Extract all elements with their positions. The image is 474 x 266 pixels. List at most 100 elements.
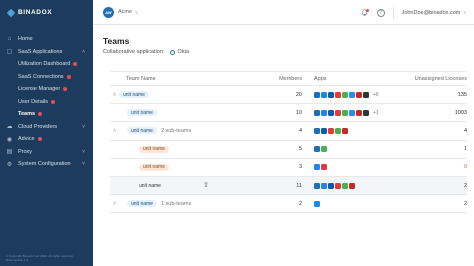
team-name[interactable]: unit name [127, 127, 157, 135]
table-header: Team Name Members Apps Unassigned Licens… [110, 72, 467, 86]
app-icon[interactable] [335, 91, 341, 98]
sidebar-item-home[interactable]: ⌂ Home [0, 33, 93, 46]
copyright-footer: © Copyright Binadox Ltd. 2020. All right… [6, 254, 73, 262]
app-icon[interactable] [363, 91, 369, 98]
help-icon[interactable]: ? [376, 8, 385, 17]
app-icon[interactable] [349, 109, 355, 116]
chevron-down-icon[interactable]: ˅ [463, 10, 466, 15]
sidebar-item-cloud-providers[interactable]: ☁ Cloud Providers ˅ [0, 121, 93, 134]
app-icon[interactable] [321, 182, 327, 189]
team-name[interactable]: unit name [139, 182, 165, 189]
app-icon[interactable] [363, 109, 369, 116]
table-row[interactable]: ˅ unit name 1 sub-teams 2 2 [110, 195, 467, 214]
unassigned-licenses: 0 [463, 164, 467, 171]
sidebar-item-advice[interactable]: ◉ Advice [0, 133, 93, 146]
collab-app-name[interactable]: Okta [177, 49, 189, 55]
team-name[interactable]: unit name [127, 109, 157, 117]
logo[interactable]: BINADOX [0, 0, 93, 25]
app-icon[interactable] [314, 182, 320, 189]
app-icon[interactable] [328, 91, 334, 98]
table-row[interactable]: unit name 10 +1 1003 [110, 104, 467, 123]
sidebar-item-label: User Details [18, 98, 48, 105]
app-icon[interactable] [349, 182, 355, 189]
apps-cell: +6 [302, 91, 394, 98]
table-row[interactable]: unit name 11 2 ⇧ [110, 176, 467, 196]
team-name[interactable]: unit name [139, 145, 169, 153]
app-icon[interactable] [335, 182, 341, 189]
app-icon[interactable] [321, 164, 327, 171]
apps-cell [302, 146, 394, 153]
alert-dot [50, 99, 55, 104]
sidebar-item-user-details[interactable]: User Details [0, 96, 93, 109]
app-icon[interactable] [342, 109, 348, 116]
sidebar-item-proxy[interactable]: ▤ Proxy ˅ [0, 146, 93, 159]
sidebar-item-label: Utilization Dashboard [18, 61, 71, 68]
bell-icon[interactable] [361, 8, 369, 17]
team-name[interactable]: unit name [119, 91, 149, 99]
app-icon[interactable] [349, 91, 355, 98]
app-icon[interactable] [328, 127, 334, 134]
sidebar-item-utilization-dashboard[interactable]: Utilization Dashboard [0, 58, 93, 71]
sidebar-item-label: SaaS Connections [18, 73, 64, 80]
table-row[interactable]: ˄ unit name 20 +6 135 [110, 86, 467, 105]
app-icon[interactable] [342, 127, 348, 134]
table-row[interactable]: unit name 5 1 [110, 141, 467, 159]
mouse-cursor-icon: ⇧ [203, 181, 209, 189]
sidebar-item-saas-applications[interactable]: ▢ SaaS Applications ˄ [0, 46, 93, 59]
team-name-cell: unit name [119, 91, 261, 99]
alert-dot [73, 62, 78, 67]
sidebar-item-license-manager[interactable]: License Manager [0, 83, 93, 96]
app-icon[interactable] [314, 127, 320, 134]
sidebar-item-label: Advice [18, 136, 35, 143]
team-name-cell: unit name [119, 109, 261, 117]
app-icon[interactable] [335, 109, 341, 116]
app-icon[interactable] [314, 164, 320, 171]
app-icon[interactable] [356, 109, 362, 116]
expand-icon[interactable]: ˅ [110, 201, 119, 207]
chevron-down-icon: ˅ [82, 161, 85, 168]
chevron-down-icon: ˅ [82, 123, 85, 130]
column-header-apps[interactable]: Apps [302, 76, 394, 82]
app-icon[interactable] [314, 200, 320, 207]
collapse-icon[interactable]: ˄ [110, 92, 119, 98]
column-header-members[interactable]: Members [261, 76, 302, 82]
more-apps-count[interactable]: +1 [373, 110, 379, 116]
app-icon[interactable] [356, 91, 362, 98]
app-icon[interactable] [328, 182, 334, 189]
subteam-count: 1 sub-teams [160, 200, 192, 207]
app-icon[interactable] [314, 146, 320, 153]
team-name[interactable]: unit name [139, 163, 169, 171]
app-icon[interactable] [342, 91, 348, 98]
members-count: 10 [295, 109, 302, 116]
sidebar-item-system-configuration[interactable]: ⚙ System Configuration ˅ [0, 158, 93, 171]
sidebar-item-saas-connections[interactable]: SaaS Connections [0, 71, 93, 84]
chevron-down-icon[interactable]: ˅ [135, 10, 138, 15]
user-email[interactable]: JohnDoe@binadox.com [402, 10, 461, 16]
app-icon[interactable] [342, 182, 348, 189]
gear-icon: ⚙ [6, 161, 13, 168]
account-avatar[interactable]: AW [103, 6, 114, 18]
app-icon[interactable] [314, 109, 320, 116]
table-row[interactable]: ˄ unit name 2 sub-teams 4 4 [110, 122, 467, 141]
sidebar-item-teams[interactable]: Teams [0, 108, 93, 121]
table-row[interactable]: unit name 3 0 [110, 159, 467, 177]
account-name[interactable]: Acme [118, 9, 132, 15]
app-icon[interactable] [335, 127, 341, 134]
app-icon[interactable] [321, 91, 327, 98]
logo-text: BINADOX [18, 9, 53, 16]
app-icon[interactable] [321, 146, 327, 153]
apps-cell [302, 127, 394, 134]
members-count: 4 [298, 127, 302, 134]
column-header-unassigned-licenses[interactable]: Unassigned Licenses [394, 76, 467, 82]
app-icon[interactable] [321, 109, 327, 116]
unassigned-licenses: 1003 [454, 109, 467, 116]
app-icon[interactable] [321, 127, 327, 134]
app-icon[interactable] [328, 109, 334, 116]
team-name[interactable]: unit name [127, 200, 157, 208]
more-apps-count[interactable]: +6 [373, 92, 379, 98]
collapse-icon[interactable]: ˄ [110, 128, 119, 134]
members-count: 11 [296, 182, 302, 189]
column-header-team-name[interactable]: Team Name [119, 76, 261, 82]
app-icon[interactable] [314, 91, 320, 98]
top-bar: AW Acme ˅ ? JohnDoe@binadox.com ˅ [93, 0, 474, 25]
